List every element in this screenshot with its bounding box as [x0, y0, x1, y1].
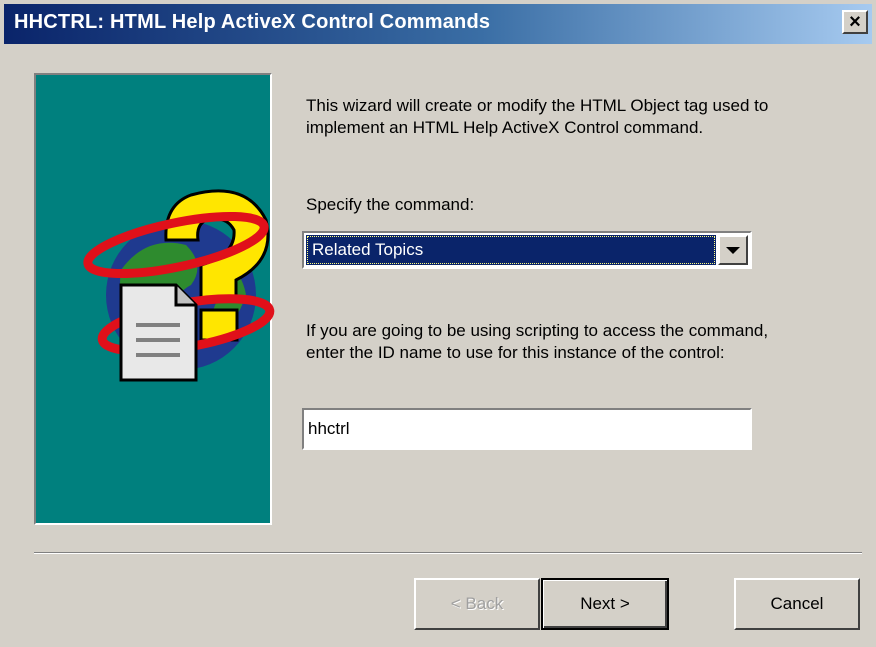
title-bar[interactable]: HHCTRL: HTML Help ActiveX Control Comman… [4, 4, 872, 44]
cancel-button[interactable]: Cancel [734, 578, 860, 630]
command-dropdown[interactable]: Related Topics [302, 231, 752, 269]
command-label: Specify the command: [306, 195, 475, 214]
scripting-prompt: If you are going to be using scripting t… [306, 321, 769, 362]
next-button[interactable]: Next > [541, 578, 669, 630]
back-button[interactable]: < Back [414, 578, 540, 630]
wizard-dialog: HHCTRL: HTML Help ActiveX Control Comman… [0, 0, 876, 647]
wizard-intro-text: This wizard will create or modify the HT… [306, 96, 769, 137]
command-selected-value[interactable]: Related Topics [306, 235, 716, 265]
help-globe-question-icon [83, 189, 275, 382]
separator-line [34, 552, 862, 554]
id-name-input[interactable] [302, 408, 752, 450]
dropdown-button[interactable] [718, 235, 748, 265]
chevron-down-icon [726, 246, 740, 254]
close-icon: × [849, 11, 861, 33]
window-title: HHCTRL: HTML Help ActiveX Control Comman… [14, 11, 491, 33]
close-button[interactable]: × [842, 10, 868, 34]
wizard-side-panel [34, 73, 275, 525]
